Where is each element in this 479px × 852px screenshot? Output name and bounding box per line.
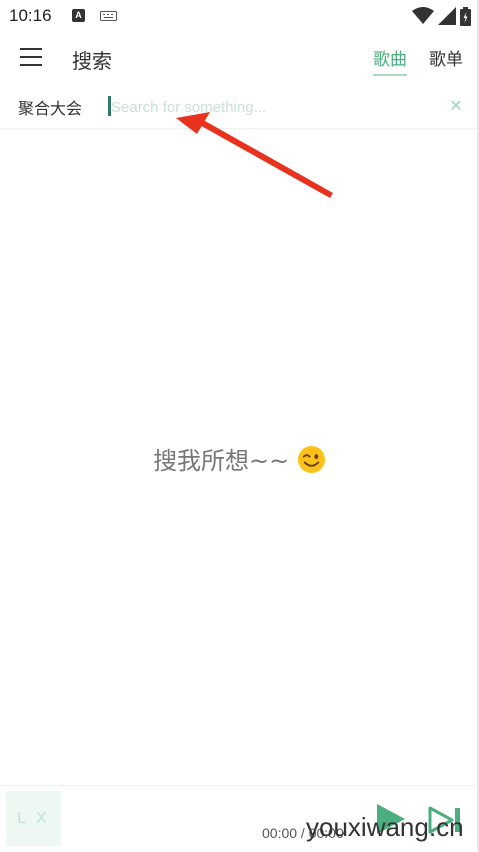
- search-input[interactable]: [106, 92, 431, 122]
- wink-emoji-icon: [297, 445, 325, 474]
- close-icon[interactable]: ✕: [447, 97, 465, 115]
- menu-icon[interactable]: [20, 48, 42, 66]
- tab-songs[interactable]: 歌曲: [373, 45, 407, 76]
- search-bar: 聚合大会 ✕: [0, 86, 479, 129]
- empty-state-text: 搜我所想~~: [153, 447, 290, 475]
- empty-state: 搜我所想~~: [0, 441, 479, 476]
- status-icons: [412, 6, 471, 26]
- watermark-text: youxiwang.cn: [306, 812, 464, 842]
- tab-playlists[interactable]: 歌单: [429, 45, 463, 70]
- signal-icon: [438, 7, 456, 25]
- notification-a-icon: A: [72, 9, 85, 22]
- app-bar: 搜索 歌曲 歌单: [0, 32, 479, 84]
- page-title: 搜索: [72, 49, 112, 73]
- keyboard-icon: [100, 11, 117, 21]
- battery-icon: [460, 6, 471, 26]
- status-bar: 10:16 A: [0, 0, 479, 32]
- source-selector[interactable]: 聚合大会: [18, 95, 82, 119]
- wifi-icon: [412, 7, 434, 24]
- status-time: 10:16: [9, 6, 52, 25]
- album-cover[interactable]: L X: [6, 791, 61, 846]
